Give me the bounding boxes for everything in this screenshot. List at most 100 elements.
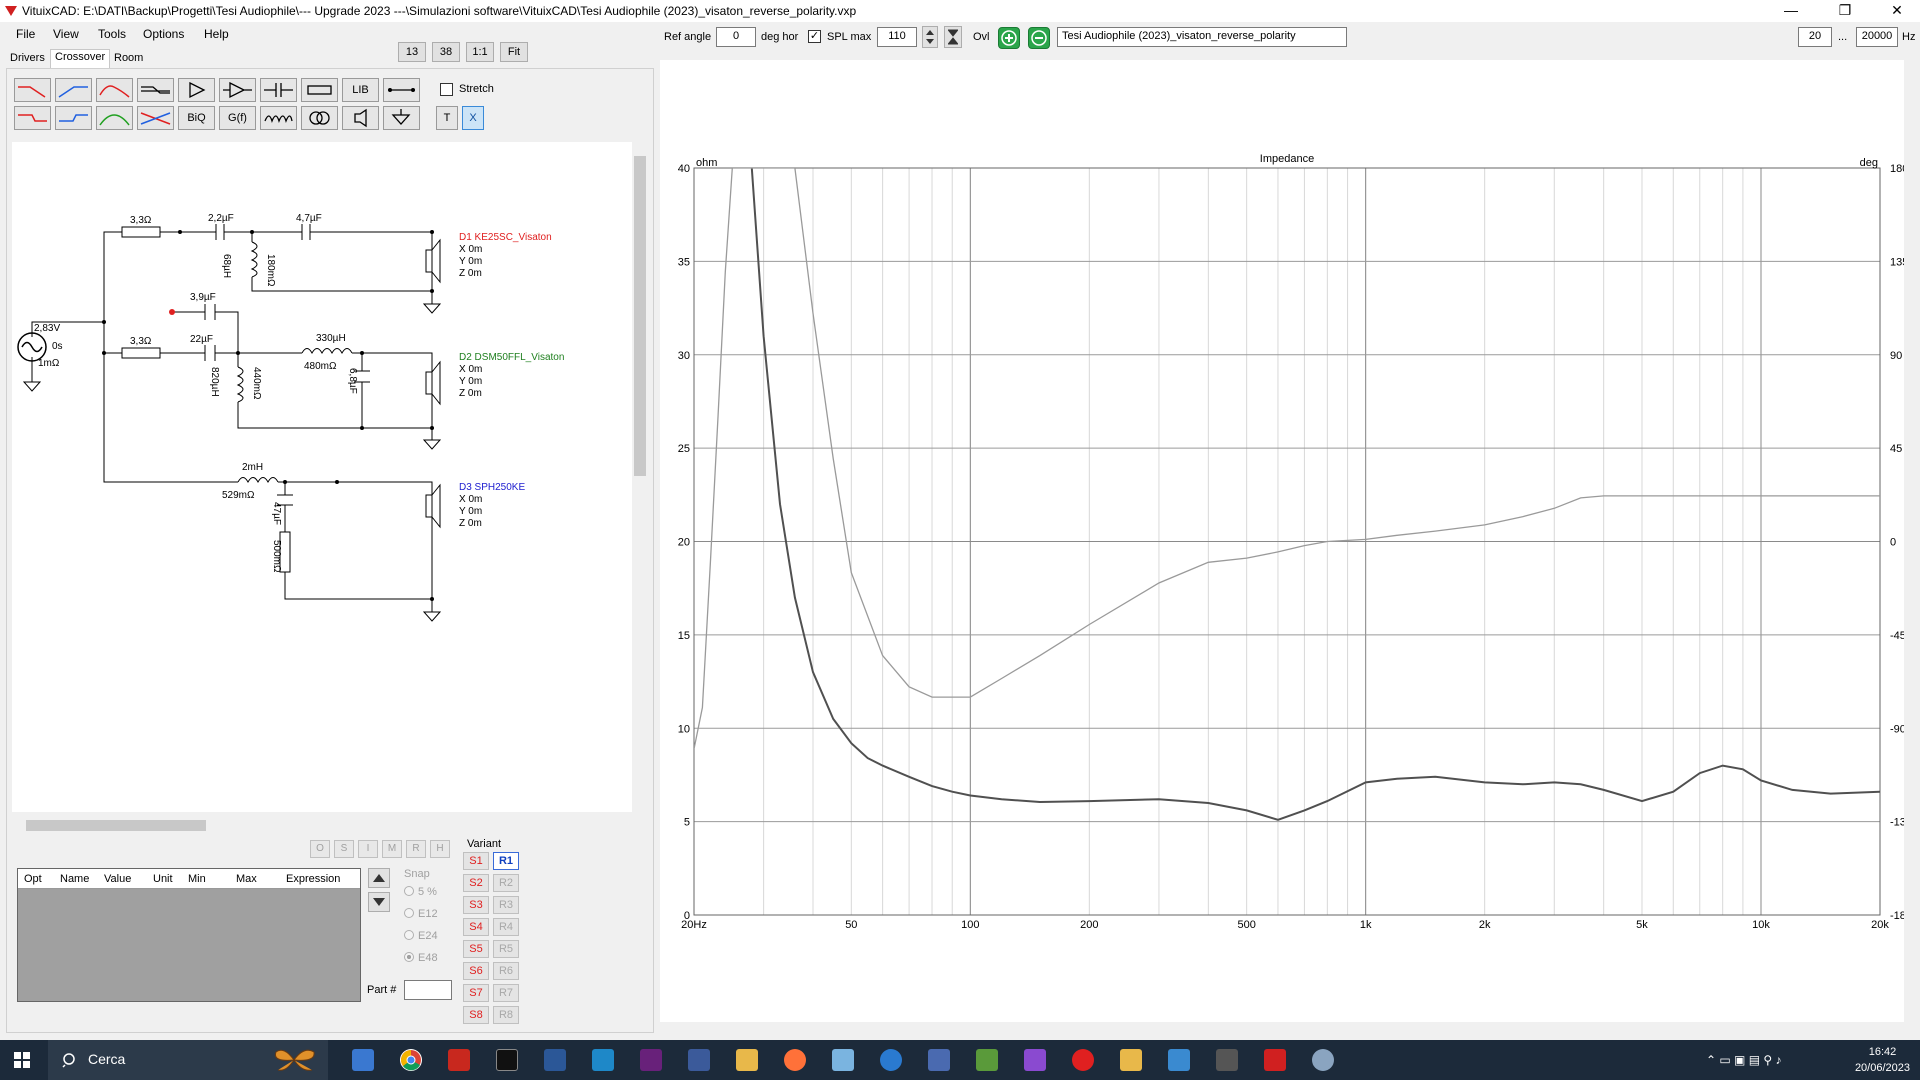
snap-option-5pct[interactable]: 5 % [404, 886, 437, 898]
l3-resistance-label[interactable]: 440mΩ [251, 367, 262, 400]
minimize-button[interactable]: — [1768, 0, 1814, 22]
highpass-1-tool[interactable] [55, 78, 92, 102]
driver-d3[interactable]: D3 SPH250KE X 0m Y 0m Z 0m [459, 482, 525, 530]
c3-label[interactable]: 3,9µF [190, 292, 216, 303]
column-min[interactable]: Min [188, 873, 206, 885]
move-down-button[interactable] [368, 892, 390, 912]
gain-function-tool[interactable]: G(f) [219, 106, 256, 130]
schematic-vertical-scrollbar[interactable] [632, 142, 646, 812]
c1-label[interactable]: 2,2µF [208, 213, 234, 224]
inductor-tool[interactable] [260, 106, 297, 130]
zoom-38-button[interactable]: 38 [432, 42, 460, 62]
chrome-icon[interactable] [400, 1049, 422, 1071]
c2-label[interactable]: 4,7µF [296, 213, 322, 224]
variant-r2-button[interactable]: R2 [493, 874, 519, 892]
opt-m-button[interactable]: M [382, 840, 402, 858]
variant-s2-button[interactable]: S2 [463, 874, 489, 892]
menu-help[interactable]: Help [204, 27, 229, 41]
driver-d2[interactable]: D2 DSM50FFL_Visaton X 0m Y 0m Z 0m [459, 352, 564, 400]
driver-tool[interactable] [342, 106, 379, 130]
biquad-tool[interactable]: BiQ [178, 106, 215, 130]
variant-r8-button[interactable]: R8 [493, 1006, 519, 1024]
tab-room[interactable]: Room [110, 51, 147, 69]
resistor-tool[interactable] [301, 78, 338, 102]
r2-label[interactable]: 3,3Ω [130, 336, 151, 347]
r1-label[interactable]: 3,3Ω [130, 215, 151, 226]
impedance-plot-panel[interactable]: 20Hz 50 100 200 500 1k 2k 5k 10k 20k 0 5 10 15 20 25 30 3… [660, 60, 1912, 1022]
c6-label[interactable]: 47µF [271, 502, 282, 525]
opt-s-button[interactable]: S [334, 840, 354, 858]
stretch-checkbox[interactable] [440, 83, 453, 96]
column-opt[interactable]: Opt [24, 873, 42, 885]
wire-tool[interactable] [383, 78, 420, 102]
word-icon[interactable] [544, 1049, 566, 1071]
opt-i-button[interactable]: I [358, 840, 378, 858]
snap-option-e12[interactable]: E12 [404, 908, 438, 920]
media-icon[interactable] [1216, 1049, 1238, 1071]
bandpass-1-tool[interactable] [96, 78, 133, 102]
variant-s1-button[interactable]: S1 [463, 852, 489, 870]
freq-min-input[interactable]: 20 [1798, 27, 1832, 47]
taskbar-clock[interactable]: 16:42 20/06/2023 [1855, 1044, 1910, 1076]
c5-label[interactable]: 6,8µF [347, 368, 358, 394]
variant-s4-button[interactable]: S4 [463, 918, 489, 936]
opt-o-button[interactable]: O [310, 840, 330, 858]
menu-view[interactable]: View [53, 27, 79, 41]
l4-label[interactable]: 2mH [242, 462, 263, 473]
variant-r7-button[interactable]: R7 [493, 984, 519, 1002]
variant-r6-button[interactable]: R6 [493, 962, 519, 980]
editor-icon[interactable] [976, 1049, 998, 1071]
variant-s8-button[interactable]: S8 [463, 1006, 489, 1024]
scrollbar-thumb[interactable] [26, 820, 206, 831]
settings-icon[interactable] [1312, 1049, 1334, 1071]
library-tool[interactable]: LIB [342, 78, 379, 102]
move-up-button[interactable] [368, 868, 390, 888]
l1-label[interactable]: 68µH [221, 254, 232, 278]
notepad-icon[interactable] [832, 1049, 854, 1071]
amplifier-tool[interactable] [219, 78, 256, 102]
capacitor-tool[interactable] [260, 78, 297, 102]
vituixcad-taskbar-icon[interactable] [1264, 1049, 1286, 1071]
column-expression[interactable]: Expression [286, 873, 340, 885]
menu-tools[interactable]: Tools [98, 27, 126, 41]
variant-s3-button[interactable]: S3 [463, 896, 489, 914]
snap-option-e48[interactable]: E48 [404, 952, 438, 964]
network-icon[interactable] [928, 1049, 950, 1071]
l2-label[interactable]: 330µH [316, 333, 346, 344]
l2-resistance-label[interactable]: 480mΩ [304, 361, 337, 372]
opera-icon[interactable] [1072, 1049, 1094, 1071]
buffer-tool[interactable] [178, 78, 215, 102]
opt-h-button[interactable]: H [430, 840, 450, 858]
r3-label[interactable]: 500mΩ [271, 540, 282, 573]
close-button[interactable]: ✕ [1874, 0, 1920, 22]
driver-d1[interactable]: D1 KE25SC_Visaton X 0m Y 0m Z 0m [459, 232, 552, 280]
variant-s7-button[interactable]: S7 [463, 984, 489, 1002]
variant-r1-button[interactable]: R1 [493, 852, 519, 870]
restore-button[interactable]: ❐ [1822, 0, 1868, 22]
menu-options[interactable]: Options [143, 27, 184, 41]
part-number-input[interactable] [404, 980, 452, 1000]
column-max[interactable]: Max [236, 873, 257, 885]
lowpass-1-tool[interactable] [14, 78, 51, 102]
column-name[interactable]: Name [60, 873, 89, 885]
visual-studio-icon[interactable] [1024, 1049, 1046, 1071]
taskbar-search-box[interactable]: Cerca [48, 1040, 328, 1080]
variant-r4-button[interactable]: R4 [493, 918, 519, 936]
l1-resistance-label[interactable]: 180mΩ [265, 254, 276, 287]
tab-drivers[interactable]: Drivers [6, 51, 49, 69]
opt-r-button[interactable]: R [406, 840, 426, 858]
variant-r3-button[interactable]: R3 [493, 896, 519, 914]
variant-s5-button[interactable]: S5 [463, 940, 489, 958]
shelf-tool[interactable] [137, 78, 174, 102]
optimizer-parameter-table[interactable]: Opt Name Value Unit Min Max Expression [17, 868, 361, 1002]
davinci-resolve-icon[interactable] [688, 1049, 710, 1071]
project-name-field[interactable]: Tesi Audiophile (2023)_visaton_reverse_p… [1057, 27, 1347, 47]
snap-option-e24[interactable]: E24 [404, 930, 438, 942]
column-unit[interactable]: Unit [153, 873, 173, 885]
file-explorer-icon[interactable] [736, 1049, 758, 1071]
transformer-tool[interactable] [301, 106, 338, 130]
delete-tool[interactable]: X [462, 106, 484, 130]
photos-icon[interactable] [1168, 1049, 1190, 1071]
c4-label[interactable]: 22µF [190, 334, 213, 345]
text-tool[interactable]: T [436, 106, 458, 130]
